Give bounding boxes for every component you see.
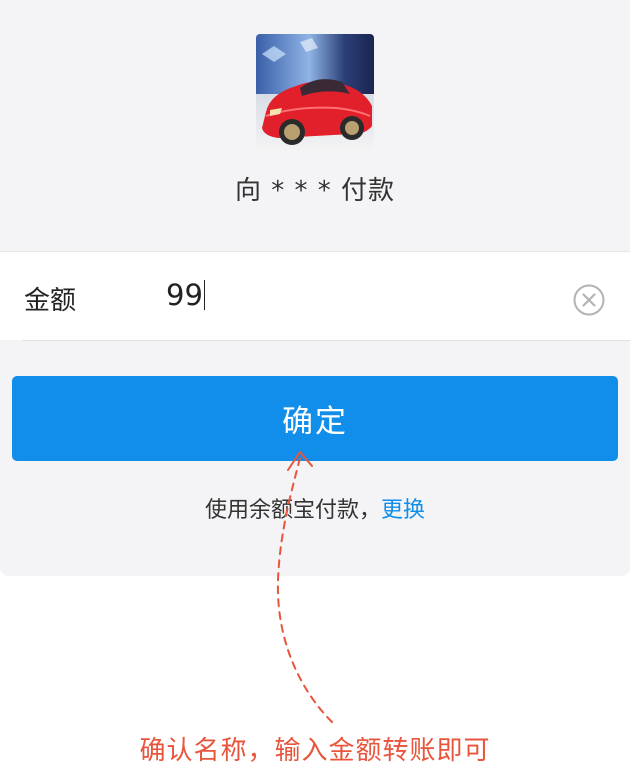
annotation-arrow [276, 451, 333, 723]
payment-page: 向 * * * 付款 金额 99 确定 使用余额宝付款，更换 确认名称，输入金额… [0, 0, 630, 762]
annotation-note: 确认名称，输入金额转账即可 [139, 736, 491, 762]
